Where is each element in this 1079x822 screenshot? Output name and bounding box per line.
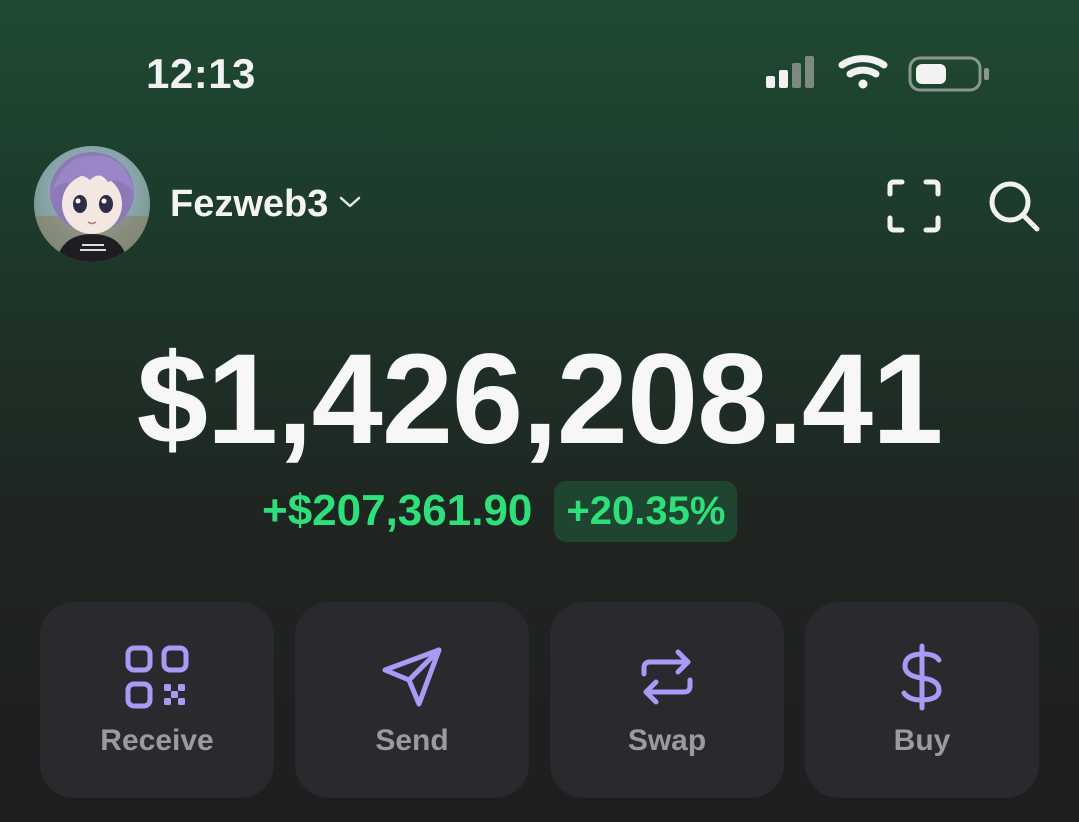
send-icon — [377, 642, 447, 712]
status-bar: 12:13 — [0, 0, 1079, 140]
buy-label: Buy — [893, 724, 951, 757]
swap-button[interactable]: Swap — [550, 602, 784, 798]
change-percent-badge: +20.35% — [554, 480, 738, 542]
receive-label: Receive — [100, 724, 214, 757]
header: Fezweb3 — [0, 140, 1079, 270]
wifi-icon — [838, 55, 888, 89]
cellular-signal-icon — [766, 56, 814, 88]
status-time: 12:13 — [146, 50, 256, 97]
swap-label: Swap — [627, 724, 707, 757]
avatar[interactable] — [34, 146, 150, 262]
scan-icon[interactable] — [884, 176, 944, 236]
total-balance: $1,426,208.41 — [136, 328, 944, 471]
buy-button[interactable]: Buy — [805, 602, 1039, 798]
battery-icon — [908, 56, 989, 92]
action-buttons: Receive Send Swap Buy — [40, 602, 1040, 798]
status-icons — [764, 52, 994, 96]
dollar-icon — [887, 642, 957, 712]
search-icon[interactable] — [984, 176, 1044, 236]
change-amount: +$207,361.90 — [262, 486, 533, 535]
chevron-down-icon — [338, 194, 362, 215]
receive-button[interactable]: Receive — [40, 602, 274, 798]
balance-change-row: +$207,361.90 +20.35% — [262, 480, 738, 542]
send-label: Send — [375, 724, 449, 757]
account-switcher[interactable]: Fezweb3 — [170, 182, 362, 226]
send-button[interactable]: Send — [295, 602, 529, 798]
account-name: Fezweb3 — [170, 182, 329, 225]
swap-icon — [632, 642, 702, 712]
qr-code-icon — [122, 642, 192, 712]
